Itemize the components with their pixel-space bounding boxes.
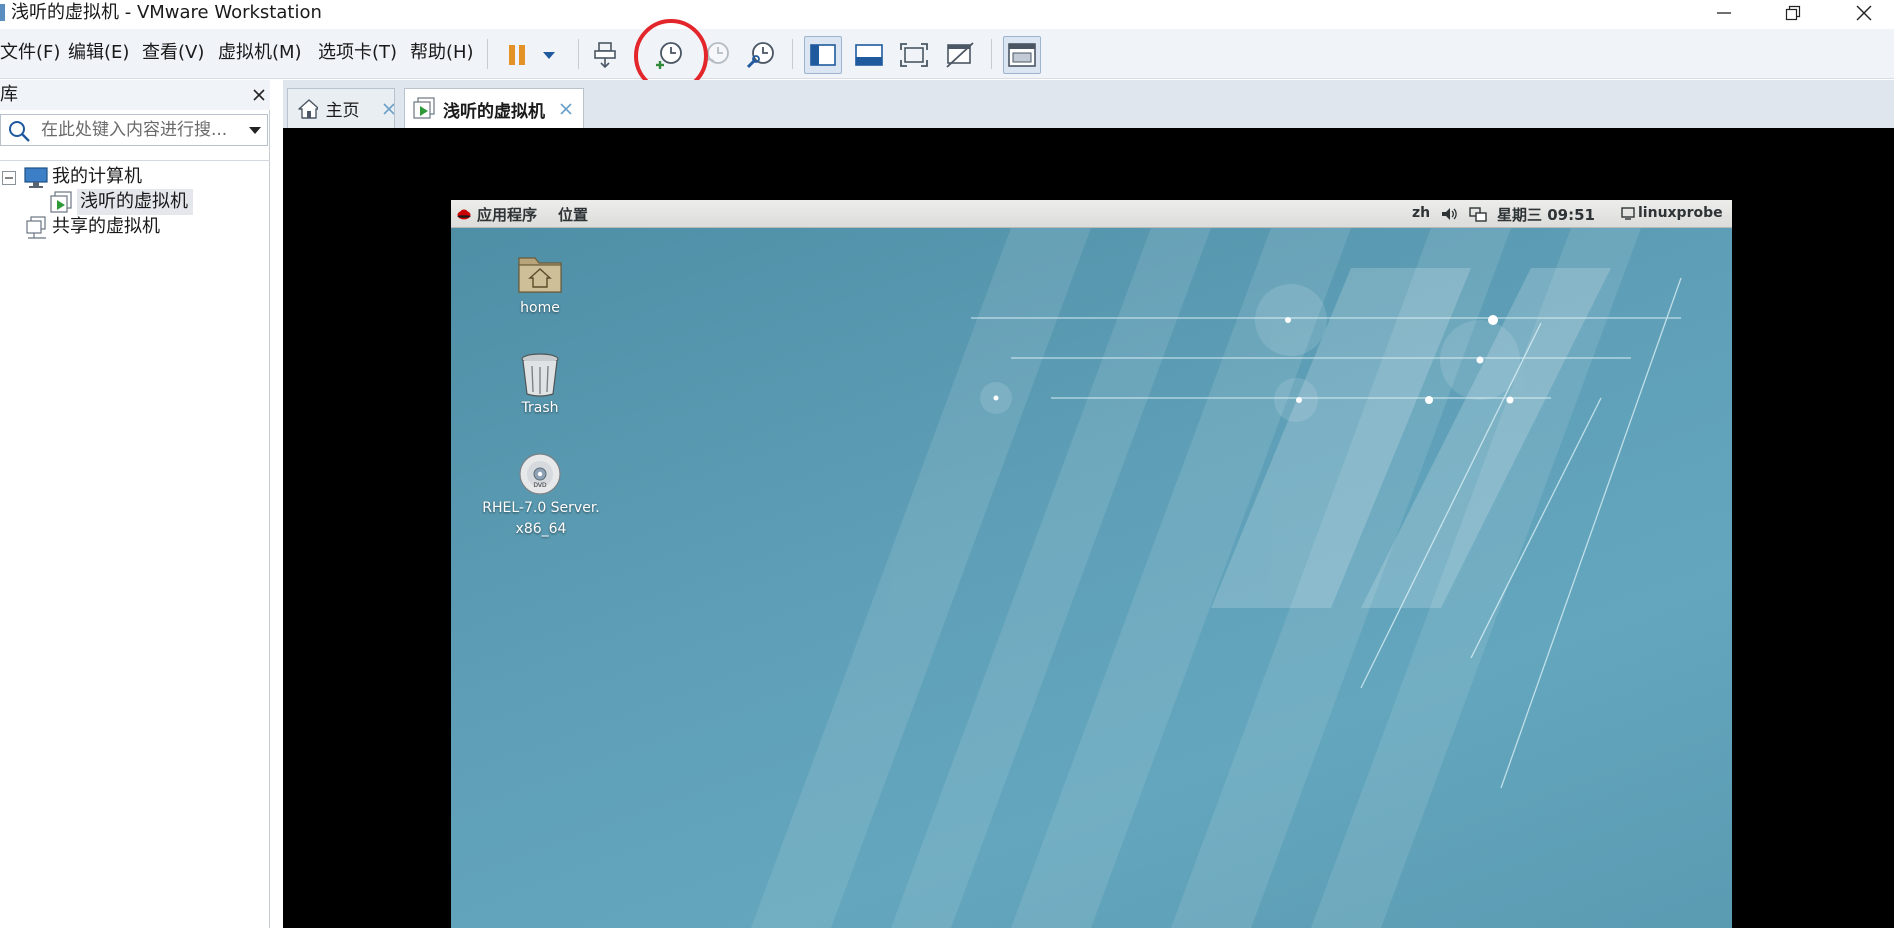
menu-help[interactable]: 帮助(H) (410, 41, 474, 65)
app-icon (0, 4, 5, 21)
desktop-icon-label[interactable]: home (489, 298, 591, 319)
wallpaper-pattern (751, 228, 1682, 928)
full-screen-button[interactable] (895, 36, 933, 74)
library-search-input[interactable] (41, 120, 241, 140)
menu-view[interactable]: 查看(V) (142, 41, 204, 65)
minimize-button[interactable] (1694, 0, 1754, 26)
collapse-icon[interactable] (2, 171, 16, 185)
show-library-icon (810, 44, 836, 66)
home-icon (298, 98, 318, 119)
tab-home[interactable]: 主页 (287, 88, 395, 128)
vm-tab-icon (413, 97, 435, 119)
unity-button[interactable] (941, 36, 979, 74)
minimize-icon (1717, 12, 1731, 14)
volume-icon[interactable] (1441, 206, 1457, 222)
vm-running-icon (50, 191, 72, 213)
guest-menu-applications[interactable]: 应用程序 (477, 204, 537, 225)
desktop-icon-label[interactable]: RHEL-7.0 Server. (471, 498, 611, 519)
restore-icon (1785, 5, 1801, 21)
dropdown-arrow-icon (543, 52, 555, 59)
menu-vm[interactable]: 虚拟机(M) (218, 41, 302, 65)
redhat-icon (457, 209, 471, 220)
toolbar-separator (991, 39, 992, 69)
dvd-icon[interactable]: DVD (518, 452, 562, 496)
computer-icon (24, 167, 48, 188)
console-view-button[interactable] (1003, 36, 1041, 74)
guest-desktop[interactable]: home Trash DVD RHEL-7.0 Server. x86_64 (451, 228, 1732, 928)
trash-icon[interactable] (519, 352, 561, 398)
library-title: 库 (0, 84, 18, 105)
close-icon (253, 89, 265, 101)
unity-icon (946, 42, 974, 68)
menu-tabs[interactable]: 选项卡(T) (318, 41, 397, 65)
menu-file[interactable]: 文件(F) (0, 41, 60, 65)
guest-menu-places[interactable]: 位置 (558, 204, 588, 225)
show-library-button[interactable] (804, 36, 842, 74)
svg-text:DVD: DVD (533, 482, 547, 489)
power-dropdown-button[interactable] (531, 36, 567, 74)
search-icon (9, 121, 30, 142)
menu-toolbar: 文件(F) 编辑(E) 查看(V) 虚拟机(M) 选项卡(T) 帮助(H) (0, 29, 1894, 79)
library-header: 库 (0, 80, 270, 110)
toolbar-separator (792, 39, 793, 69)
close-tab-icon[interactable] (382, 102, 394, 116)
desktop-icon-label[interactable]: x86_64 (471, 519, 611, 540)
console-view-icon (1008, 43, 1036, 67)
close-library-button[interactable] (250, 86, 268, 104)
user-icon (1621, 207, 1635, 220)
library-tree: 我的计算机 浅听的虚拟机 共享的虚拟机 (0, 160, 270, 928)
close-tab-icon[interactable] (559, 102, 573, 116)
show-thumbnail-bar-button[interactable] (850, 36, 888, 74)
restore-button[interactable] (1763, 0, 1823, 26)
send-ctrl-alt-del-button[interactable] (587, 36, 625, 74)
library-panel: 库 我的计算机 浅听的虚拟机 共享的虚拟机 (0, 80, 270, 928)
guest-clock[interactable]: 星期三 09:51 (1497, 204, 1595, 225)
guest-user-menu[interactable]: linuxprobe (1638, 205, 1723, 221)
title-bar: 浅听的虚拟机 - VMware Workstation (0, 0, 1894, 29)
tab-home-label: 主页 (325, 101, 360, 121)
tree-item-my-computer[interactable]: 我的计算机 (52, 165, 142, 189)
tab-bar: 主页 浅听的虚拟机 (283, 80, 1894, 129)
library-search-box (0, 114, 268, 146)
desktop-icon-label[interactable]: Trash (489, 398, 591, 419)
tab-vm[interactable]: 浅听的虚拟机 (404, 88, 584, 129)
guest-language-indicator[interactable]: zh (1412, 205, 1430, 221)
send-ctrl-alt-del-icon (594, 42, 616, 69)
toolbar-separator (578, 39, 579, 69)
home-folder-icon[interactable] (517, 252, 563, 294)
window-title: 浅听的虚拟机 - VMware Workstation (11, 2, 322, 23)
guest-screen[interactable]: 应用程序 位置 zh 星期三 09:51 linuxprobe home Tra… (451, 200, 1732, 928)
search-dropdown-icon[interactable] (248, 126, 262, 136)
guest-top-panel: 应用程序 位置 zh 星期三 09:51 linuxprobe (451, 200, 1732, 228)
snapshot-manager-icon (746, 42, 774, 69)
toolbar-separator (487, 39, 488, 69)
network-icon[interactable] (1469, 206, 1487, 222)
tab-vm-label: 浅听的虚拟机 (443, 101, 545, 122)
pause-icon (509, 45, 525, 65)
vm-console[interactable]: 应用程序 位置 zh 星期三 09:51 linuxprobe home Tra… (283, 128, 1894, 928)
tree-item-shared-vms[interactable]: 共享的虚拟机 (52, 215, 160, 239)
full-screen-icon (900, 43, 928, 67)
shared-vms-icon (26, 216, 46, 239)
show-thumbnail-bar-icon (855, 44, 883, 66)
close-icon (1856, 5, 1872, 21)
snapshot-manager-button[interactable] (742, 36, 780, 74)
menu-edit[interactable]: 编辑(E) (68, 41, 129, 65)
tree-item-vm[interactable]: 浅听的虚拟机 (80, 190, 188, 214)
close-window-button[interactable] (1834, 0, 1894, 26)
